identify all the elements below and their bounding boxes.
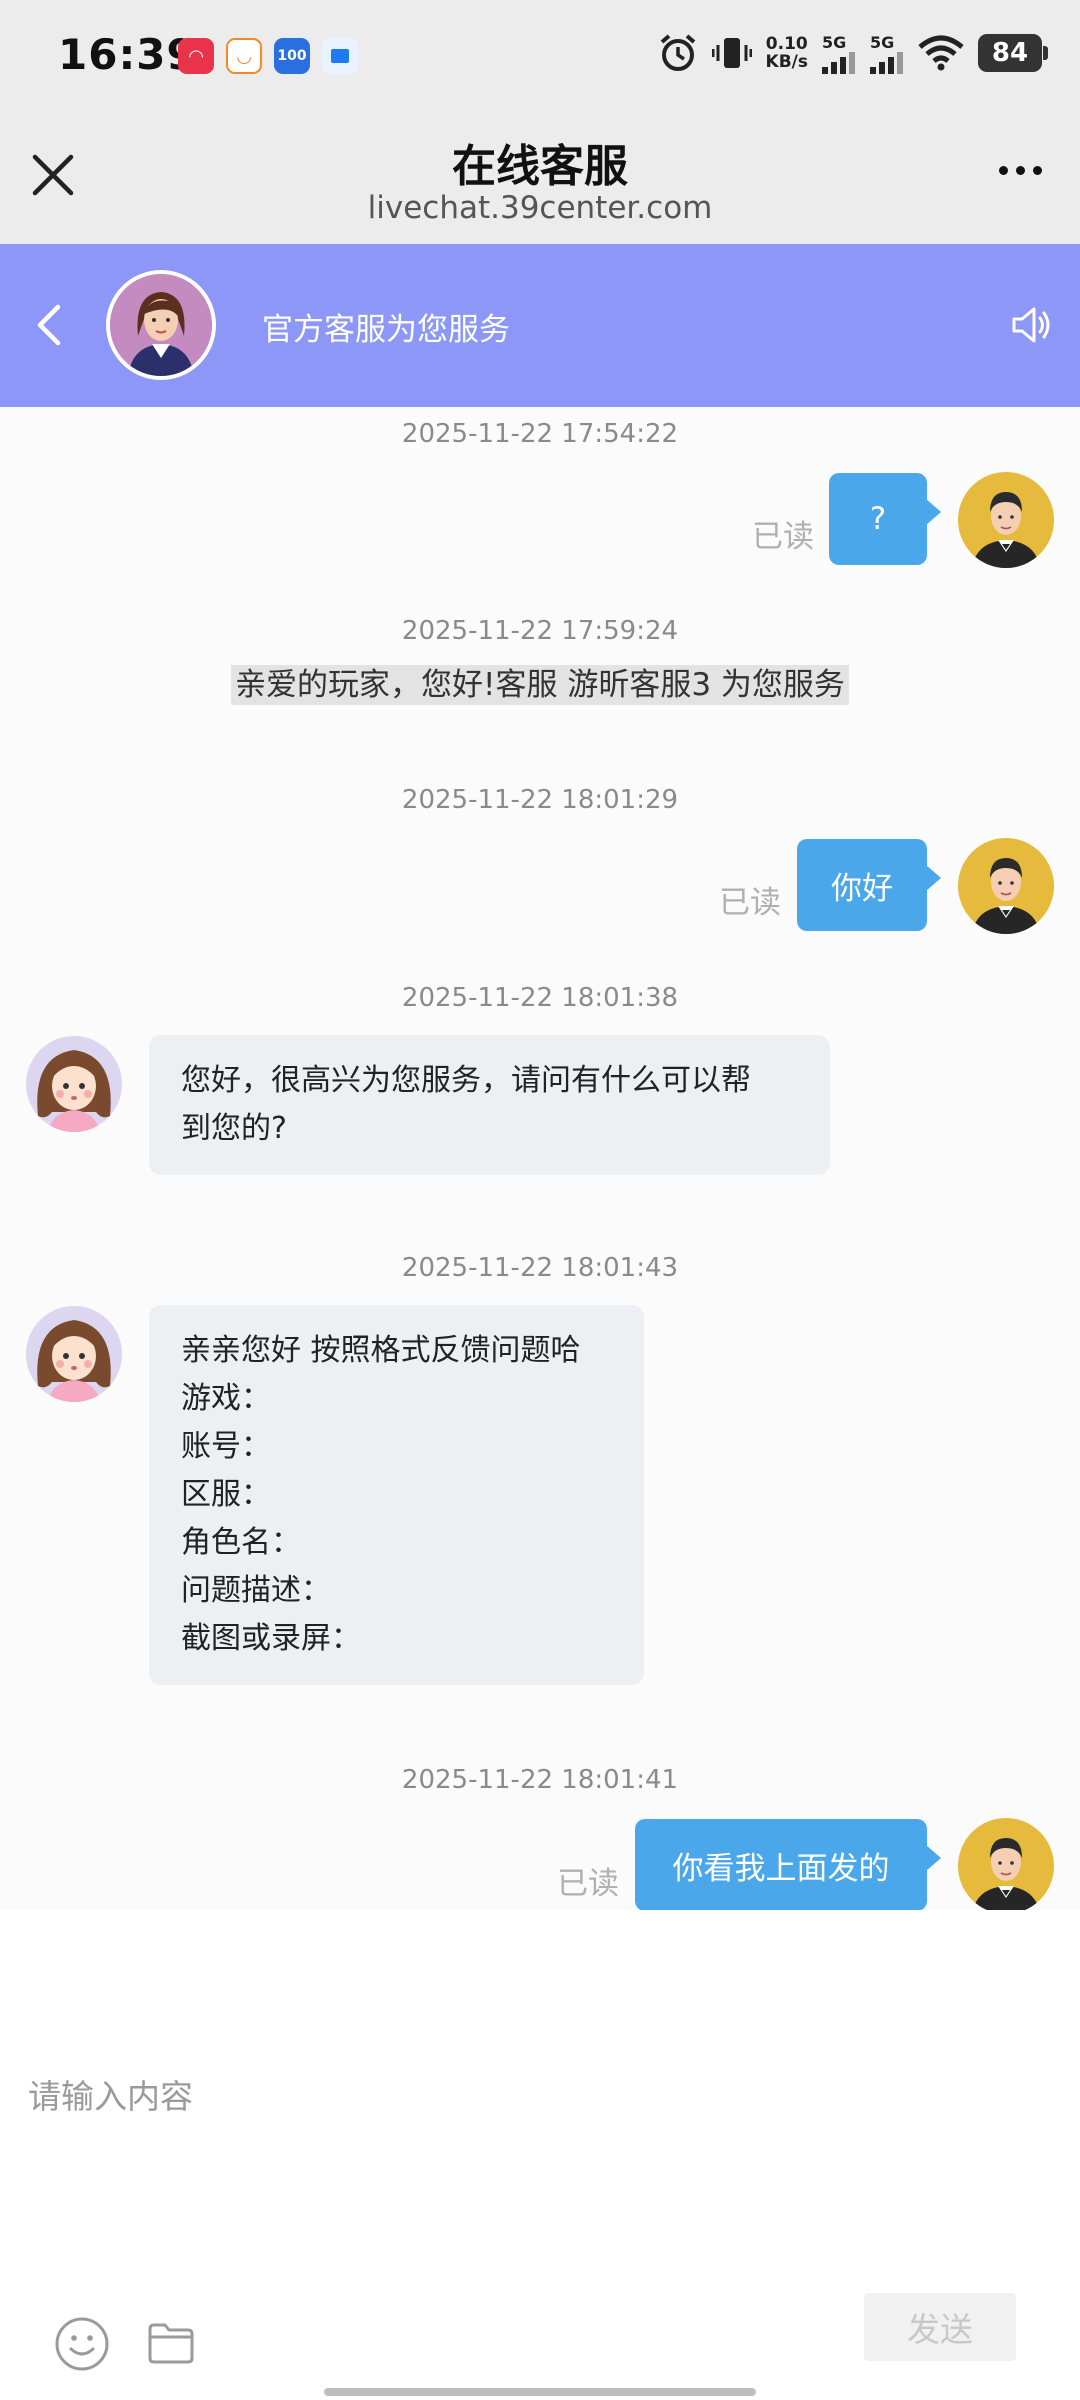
signal-bars-icon (822, 51, 855, 74)
webview-header: 在线客服 livechat.39center.com (0, 108, 1080, 244)
folder-icon[interactable] (147, 2321, 195, 2365)
user-avatar (958, 472, 1054, 568)
chat-header: 官方客服为您服务 (0, 244, 1080, 407)
signal-5g-2: 5G (870, 33, 904, 74)
message-input[interactable]: 请输入内容 (28, 2070, 193, 2118)
speaker-icon[interactable] (1008, 302, 1054, 348)
wifi-icon (918, 32, 964, 74)
signal-bars-icon (870, 51, 903, 74)
chat-header-title: 官方客服为您服务 (262, 312, 510, 348)
service-avatar (26, 1306, 122, 1402)
app-notification-icon: 100 (274, 38, 310, 74)
app-notification-icon: ◡ (226, 38, 262, 74)
message-composer: 请输入内容 发送 (0, 1910, 1080, 2400)
service-avatar (26, 1036, 122, 1132)
vibrate-icon (711, 32, 752, 74)
emoji-icon[interactable] (54, 2316, 110, 2372)
agent-avatar (106, 270, 216, 380)
service-message-bubble[interactable]: 亲亲您好 按照格式反馈问题哈 游戏： 账号： 区服： 角色名： 问题描述： 截图… (149, 1305, 644, 1685)
battery-indicator: 84 (978, 34, 1048, 72)
message-timestamp: 2025-11-22 18:01:41 (401, 1765, 679, 1795)
my-message-bubble[interactable]: ? (829, 473, 941, 565)
home-indicator[interactable] (324, 2388, 756, 2396)
app-notification-icon: ◠ (178, 38, 214, 74)
user-avatar (958, 1818, 1054, 1910)
chat-messages[interactable]: 2025-11-22 17:54:22 已读 ? 2025-11-22 17:5… (0, 407, 1080, 1910)
message-timestamp: 2025-11-22 17:54:22 (401, 419, 679, 449)
user-avatar (958, 838, 1054, 934)
status-time: 16:39 (58, 30, 197, 79)
read-status: 已读 (557, 1866, 619, 1902)
my-message-bubble[interactable]: 你好 (797, 839, 941, 931)
app-notification-icon (322, 38, 358, 74)
system-notice: 亲爱的玩家，您好!客服 游昕客服3 为您服务 (0, 659, 1080, 705)
alarm-icon (658, 32, 698, 74)
message-timestamp: 2025-11-22 18:01:43 (401, 1253, 679, 1283)
read-status: 已读 (719, 885, 781, 921)
message-timestamp: 2025-11-22 17:59:24 (401, 616, 679, 646)
send-button[interactable]: 发送 (864, 2293, 1016, 2361)
status-bar: 16:39 ◠ ◡ 100 0.10 KB/s 5G 5G 84 (0, 0, 1080, 108)
network-speed: 0.10 KB/s (765, 34, 808, 72)
signal-5g-1: 5G (822, 33, 856, 74)
read-status: 已读 (752, 519, 814, 555)
message-timestamp: 2025-11-22 18:01:38 (401, 983, 679, 1013)
page-url: livechat.39center.com (367, 190, 713, 226)
page-title: 在线客服 (452, 141, 628, 192)
more-options-icon[interactable] (999, 166, 1042, 175)
service-message-bubble[interactable]: 您好，很高兴为您服务，请问有什么可以帮 到您的? (149, 1035, 830, 1175)
back-icon[interactable] (32, 301, 68, 349)
notification-icons: ◠ ◡ 100 (178, 38, 358, 74)
message-timestamp: 2025-11-22 18:01:29 (401, 785, 679, 815)
my-message-bubble[interactable]: 你看我上面发的 (635, 1819, 941, 1910)
